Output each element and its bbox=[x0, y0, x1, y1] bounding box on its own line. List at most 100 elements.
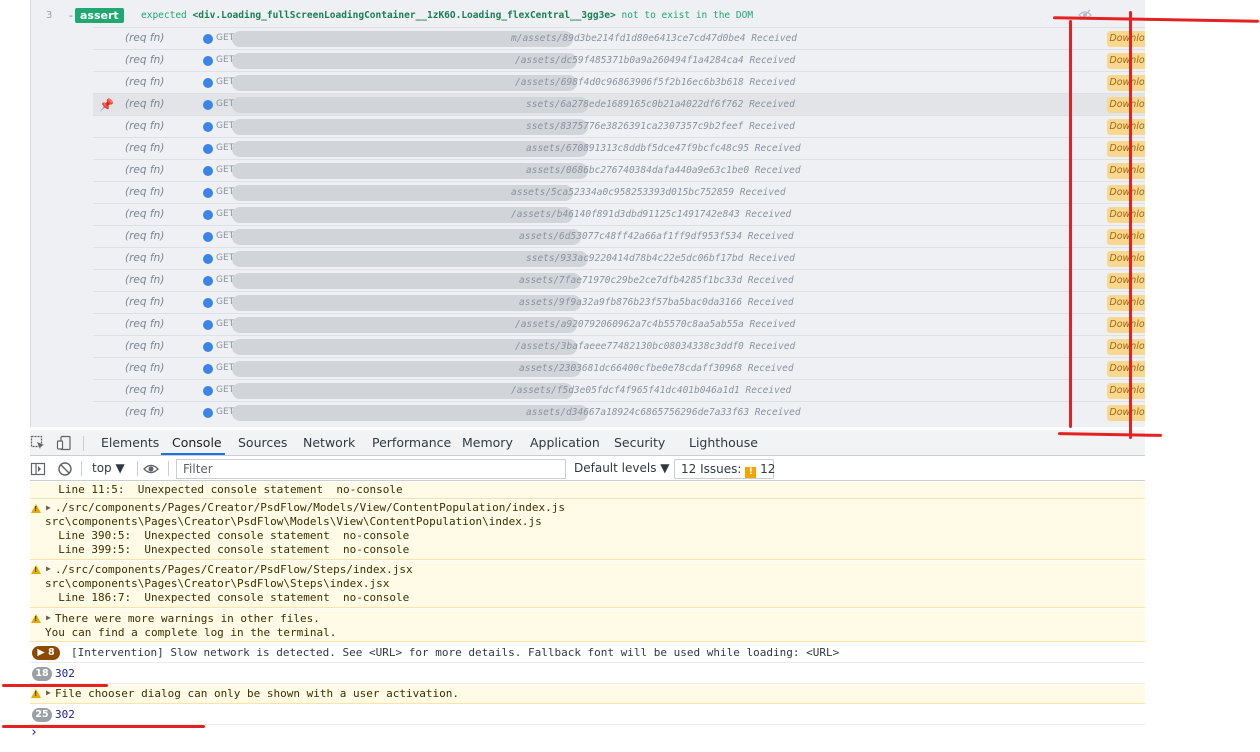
download-button[interactable]: Download bbox=[1107, 119, 1145, 135]
request-row[interactable]: (req fn) GET assets/670891313c8ddbf5dce47f… bbox=[93, 137, 1145, 159]
inspect-element-icon[interactable] bbox=[30, 435, 46, 451]
request-row[interactable]: (req fn) GET ssets/933ac9220414d78b4c22e5d… bbox=[93, 247, 1145, 269]
req-fn-label: (req fn) bbox=[125, 384, 165, 396]
toolbar-divider bbox=[83, 436, 84, 451]
download-button[interactable]: Download bbox=[1107, 75, 1145, 91]
request-row[interactable]: (req fn) GET/assets/b46140f891d3dbd91125c… bbox=[93, 203, 1145, 225]
download-button[interactable]: Download bbox=[1107, 405, 1145, 421]
request-row[interactable]: (req fn) GET assets/7fae71970c29be2ce7dfb4… bbox=[93, 269, 1145, 291]
toolbar-divider bbox=[137, 461, 138, 476]
request-status: Received bbox=[749, 253, 795, 264]
tab-network[interactable]: Network bbox=[303, 435, 355, 450]
req-fn-label: (req fn) bbox=[125, 230, 165, 242]
request-status-dot-icon bbox=[203, 254, 213, 264]
tab-sources[interactable]: Sources bbox=[238, 435, 287, 450]
tab-console[interactable]: Console bbox=[172, 435, 222, 450]
warning-icon bbox=[31, 689, 41, 698]
warning-icon bbox=[31, 504, 41, 513]
download-button[interactable]: Download bbox=[1107, 295, 1145, 311]
request-status-dot-icon bbox=[203, 56, 213, 66]
request-row[interactable]: (req fn) GET m/assets/89d3be214fd1d80e6413… bbox=[93, 27, 1145, 49]
assert-message: expected <div.Loading_fullScreenLoadingC… bbox=[141, 10, 753, 21]
assert-badge: assert bbox=[75, 8, 124, 23]
default-levels-dropdown[interactable]: Default levels ▼ bbox=[574, 461, 670, 475]
download-button[interactable]: Download bbox=[1107, 53, 1145, 69]
eye-icon[interactable] bbox=[143, 461, 159, 477]
download-button[interactable]: Download bbox=[1107, 141, 1145, 157]
tab-application[interactable]: Application bbox=[530, 435, 600, 450]
request-row[interactable]: (req fn) GET/assets/3bafaeee77482130bc080… bbox=[93, 335, 1145, 357]
tab-elements[interactable]: Elements bbox=[101, 435, 159, 450]
download-button[interactable]: Download bbox=[1107, 383, 1145, 399]
request-row[interactable]: (req fn) GET/assets/f5d3e05fdcf4f965f41dc… bbox=[93, 379, 1145, 401]
req-fn-label: (req fn) bbox=[125, 164, 165, 176]
tab-performance[interactable]: Performance bbox=[372, 435, 451, 450]
console-warning[interactable]: ▶ There were more warnings in other file… bbox=[30, 609, 1145, 642]
device-toolbar-icon[interactable] bbox=[56, 435, 72, 451]
download-button[interactable]: Download bbox=[1107, 339, 1145, 355]
request-row[interactable]: (req fn) GET assets/6d53077c48ff42a66af1ff… bbox=[93, 225, 1145, 247]
download-button[interactable]: Download bbox=[1107, 31, 1145, 47]
request-status-dot-icon bbox=[203, 298, 213, 308]
download-button[interactable]: Download bbox=[1107, 251, 1145, 267]
issues-button[interactable]: 12 Issues: ! 12 bbox=[674, 459, 775, 479]
req-fn-label: (req fn) bbox=[125, 142, 165, 154]
console-prompt[interactable]: › bbox=[30, 726, 38, 740]
console-warning[interactable]: ▶ ./src/components/Pages/Creator/PsdFlow… bbox=[30, 500, 1145, 560]
assert-expected: expected bbox=[141, 10, 187, 21]
download-button[interactable]: Download bbox=[1107, 361, 1145, 377]
warning-file[interactable]: ./src/components/Pages/Creator/PsdFlow/S… bbox=[55, 563, 413, 577]
request-row[interactable]: (req fn) GET assets/5ca52334a0c958253393d0… bbox=[93, 181, 1145, 203]
request-path: /assets/a920792060962a7c4b5570c8aa5ab55a… bbox=[515, 319, 796, 330]
tab-memory[interactable]: Memory bbox=[462, 435, 513, 450]
intervention-text: [Intervention] Slow network is detected.… bbox=[71, 646, 840, 659]
warning-file[interactable]: ./src/components/Pages/Creator/PsdFlow/M… bbox=[55, 501, 565, 515]
expand-triangle-icon[interactable]: ▶ bbox=[46, 503, 51, 512]
assert-command-row[interactable]: 3 - assert expected <div.Loading_fullScr… bbox=[31, 6, 1144, 28]
command-number: 3 bbox=[46, 10, 53, 21]
request-row[interactable]: (req fn) GET assets/9f9a32a9fb876b23f57ba5… bbox=[93, 291, 1145, 313]
assert-element: <div.Loading_fullScreenLoadingContainer_… bbox=[192, 10, 616, 21]
download-button[interactable]: Download bbox=[1107, 273, 1145, 289]
tab-security[interactable]: Security bbox=[614, 435, 665, 450]
req-fn-label: (req fn) bbox=[125, 98, 165, 110]
request-row[interactable]: (req fn) GET assets/0686bc276740384dafa440… bbox=[93, 159, 1145, 181]
request-row[interactable]: (req fn) GET assets/d34667a18924c686575629… bbox=[93, 401, 1145, 423]
download-button[interactable]: Download bbox=[1107, 207, 1145, 223]
request-row[interactable]: 📌 (req fn) GET ssets/6a278ede1689165c0b21a4… bbox=[93, 93, 1145, 115]
console-intervention[interactable]: ▶ 8 [Intervention] Slow network is detec… bbox=[30, 643, 1145, 663]
clear-console-icon[interactable] bbox=[57, 461, 73, 477]
request-path: assets/7fae71970c29be2ce7dfb4285f1bc33d … bbox=[519, 275, 794, 286]
filter-input[interactable]: Filter bbox=[176, 459, 566, 479]
request-row[interactable]: (req fn) GET/assets/698f4d0c96863906f5f2b… bbox=[93, 71, 1145, 93]
repeat-count-badge[interactable]: ▶ 8 bbox=[32, 646, 60, 660]
req-fn-label: (req fn) bbox=[125, 120, 165, 132]
request-status-dot-icon bbox=[203, 386, 213, 396]
request-row[interactable]: (req fn) GET/assets/a920792060962a7c4b557… bbox=[93, 313, 1145, 335]
request-path: assets/5ca52334a0c958253393d015bc752859 … bbox=[511, 187, 786, 198]
console-warning[interactable]: ▶ ./src/components/Pages/Creator/PsdFlow… bbox=[30, 561, 1145, 608]
download-button[interactable]: Download bbox=[1107, 163, 1145, 179]
console-warning[interactable]: ▶ File chooser dialog can only be shown … bbox=[30, 685, 1145, 704]
request-status: Received bbox=[739, 187, 786, 198]
download-button[interactable]: Download bbox=[1107, 185, 1145, 201]
expand-triangle-icon[interactable]: ▶ bbox=[46, 688, 51, 697]
download-button[interactable]: Download bbox=[1107, 317, 1145, 333]
request-row[interactable]: (req fn) GET/assets/dc59f485371b0a9a26049… bbox=[93, 49, 1145, 71]
request-row[interactable]: (req fn) GET ssets/8375776e3826391ca230735… bbox=[93, 115, 1145, 137]
tab-lighthouse[interactable]: Lighthouse bbox=[689, 435, 758, 450]
download-button[interactable]: Download bbox=[1107, 229, 1145, 245]
expand-triangle-icon[interactable]: ▶ bbox=[46, 613, 51, 622]
expand-triangle-icon[interactable]: ▶ bbox=[46, 564, 51, 573]
request-status: Received bbox=[754, 143, 801, 154]
request-status: Received bbox=[745, 209, 792, 220]
warning-icon bbox=[31, 614, 41, 623]
context-selector[interactable]: top ▼ bbox=[92, 461, 125, 475]
request-row[interactable]: (req fn) GET assets/2303681dc66400cfbe0e78… bbox=[93, 357, 1145, 379]
download-button[interactable]: Download bbox=[1107, 97, 1145, 113]
request-status-dot-icon bbox=[203, 210, 213, 220]
pin-icon[interactable]: 📌 bbox=[99, 98, 114, 112]
request-status: Received bbox=[747, 275, 794, 286]
show-sidebar-icon[interactable] bbox=[30, 461, 46, 477]
warning-line: Line 399:5: Unexpected console statement… bbox=[45, 543, 410, 556]
